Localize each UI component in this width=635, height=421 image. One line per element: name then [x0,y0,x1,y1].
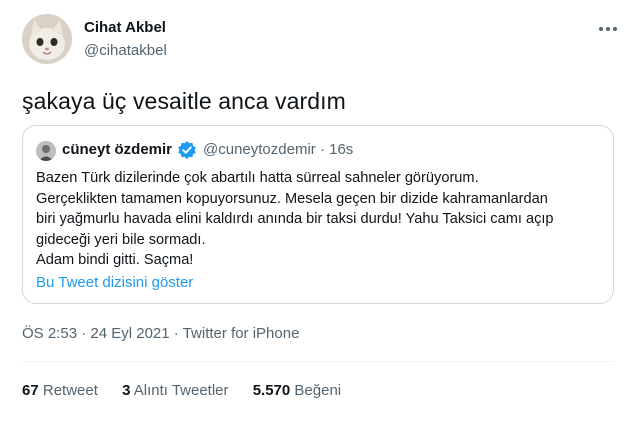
cat-avatar-image [22,14,72,64]
retweets-stat[interactable]: 67 Retweet [22,382,98,399]
show-thread-link[interactable]: Bu Tweet dizisini göster [36,274,193,291]
verified-badge-icon [177,140,197,160]
more-options-button[interactable] [598,22,618,34]
quoted-text-line: gideceği yeri bile sormadı. [36,231,206,248]
likes-stat[interactable]: 5.570 Beğeni [253,382,341,399]
quoted-tweet-body: Bazen Türk dizilerinde çok abartılı hatt… [36,168,606,271]
author-avatar[interactable] [22,14,72,64]
more-horizontal-icon [599,27,617,31]
tweet-stats: 67 Retweet 3 Alıntı Tweetler 5.570 Beğen… [22,382,361,399]
quoted-author-name: cüneyt özdemir [62,141,173,158]
quote-tweets-label: Alıntı Tweetler [133,382,229,399]
likes-count: 5.570 [252,382,291,399]
meta-separator: · [81,325,87,342]
divider [22,361,614,362]
tweet-meta: ÖS 2:53 · 24 Eyl 2021 · Twitter for iPho… [22,325,299,342]
quoted-tweet[interactable]: cüneyt özdemir @cuneytozdemir · 16s Baze… [22,125,614,304]
quoted-text-line: Bazen Türk dizilerinde çok abartılı hatt… [36,170,479,186]
tweet-date[interactable]: 24 Eyl 2021 [90,325,169,342]
quoted-text-line: biri yağmurlu havada elini kaldırdı anın… [36,211,554,227]
retweets-label: Retweet [42,382,98,399]
author-handle[interactable]: @cihatakbel [84,42,167,59]
quoted-author-handle: @cuneytozdemir [203,141,316,158]
quote-tweets-stat[interactable]: 3 Alıntı Tweetler [122,382,228,399]
person-avatar-image [36,141,56,161]
tweet-source[interactable]: Twitter for iPhone [183,325,300,342]
quoted-author-avatar [36,141,56,161]
tweet-time[interactable]: ÖS 2:53 [22,325,77,342]
quoted-text-line: Gerçeklikten tamamen kopuyorsunuz. Mesel… [36,190,548,207]
meta-separator: · [319,141,325,158]
quoted-author-meta: @cuneytozdemir · 16s [203,141,353,158]
meta-separator: · [173,325,179,342]
retweets-count: 67 [22,382,39,399]
tweet-text: şakaya üç vesaitle anca vardım [22,88,346,114]
quoted-time: 16s [329,141,354,158]
quoted-text-line: Adam bindi gitti. Saçma! [36,252,194,268]
author-name[interactable]: Cihat Akbel [84,19,166,36]
likes-label: Beğeni [294,382,342,399]
quote-tweets-count: 3 [122,382,131,399]
